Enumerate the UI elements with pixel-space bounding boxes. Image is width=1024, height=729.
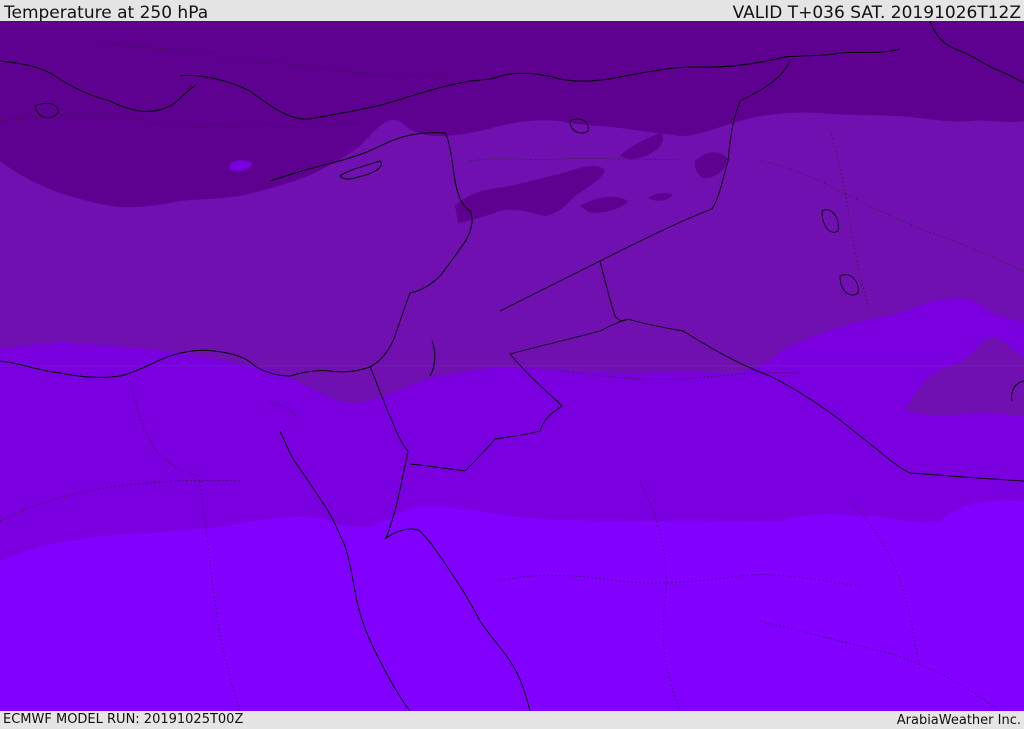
map-figure: Temperature at 250 hPa VALID T+036 SAT. … bbox=[0, 0, 1024, 729]
model-run-label: ECMWF MODEL RUN: 20191025T00Z bbox=[3, 712, 244, 727]
footer-bar: ECMWF MODEL RUN: 20191025T00Z ArabiaWeat… bbox=[0, 711, 1024, 729]
map-canvas bbox=[0, 21, 1024, 711]
map-panel bbox=[0, 21, 1024, 711]
map-title: Temperature at 250 hPa bbox=[4, 3, 209, 23]
valid-time-label: VALID T+036 SAT. 20191026T12Z bbox=[732, 3, 1021, 23]
credit-label: ArabiaWeather Inc. bbox=[896, 713, 1021, 728]
header-bar: Temperature at 250 hPa VALID T+036 SAT. … bbox=[0, 0, 1024, 23]
